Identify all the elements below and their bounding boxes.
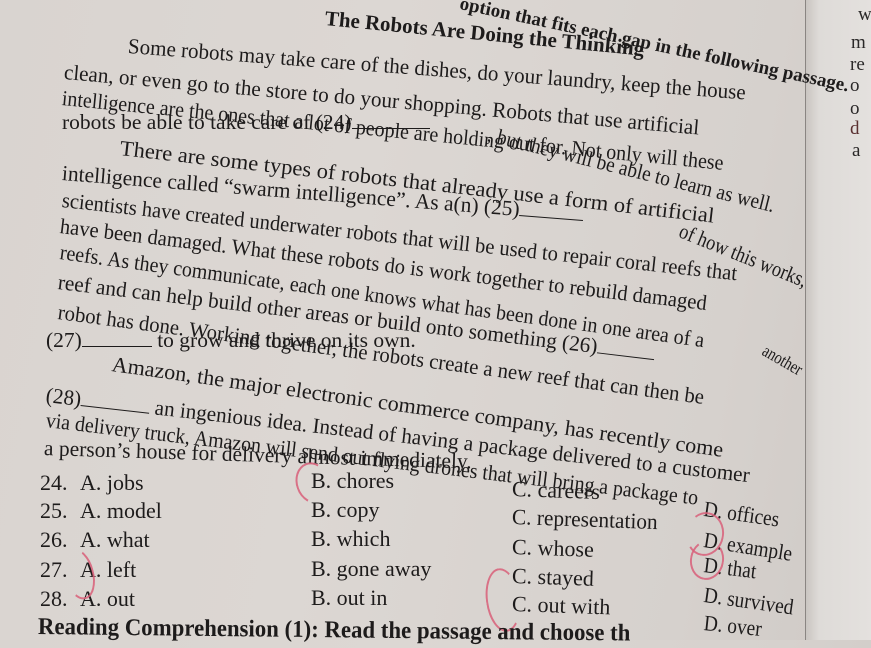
question-number: 26. (40, 527, 68, 552)
option-c[interactable]: C. representation (512, 504, 659, 535)
right-page-fragment: w (858, 4, 871, 25)
option-c[interactable]: C. out with (512, 591, 611, 620)
right-page-fragment: re (850, 54, 865, 75)
right-page-fragment: o (850, 75, 860, 96)
passage-text: robots be able to take care of (24) (62, 110, 352, 134)
option-c[interactable]: C. stayed (512, 563, 595, 592)
option-b[interactable]: B. gone away (311, 556, 431, 582)
right-page-fragment: d (850, 118, 860, 139)
passage-line: (27) to grow and thrive on its own. (46, 328, 416, 352)
gap-25 (519, 214, 584, 222)
option-a[interactable]: A. jobs (80, 470, 144, 496)
gap-24 (351, 127, 430, 129)
question-number: 24. (40, 470, 68, 495)
option-b[interactable]: B. out in (311, 585, 387, 611)
gap-26 (596, 351, 654, 361)
right-page-fragment: m (851, 32, 866, 53)
option-c[interactable]: C. whose (512, 534, 595, 563)
option-a[interactable]: A. model (80, 498, 162, 524)
section-heading: Reading Comprehension (1): Read the pass… (37, 614, 631, 647)
passage-text: to grow and thrive on its own. (157, 328, 416, 352)
option-b[interactable]: B. which (311, 526, 390, 552)
option-a[interactable]: A. what (80, 527, 150, 553)
question-number: 28. (40, 586, 68, 611)
passage-text: (28) (44, 383, 83, 411)
gap-27 (81, 345, 152, 347)
right-page: w m re o o d a (805, 0, 871, 640)
right-page-fragment: a (852, 140, 861, 161)
question-number: 25. (40, 498, 68, 523)
passage-line: robots be able to take care of (24) (62, 110, 430, 134)
passage-text: (27) (46, 328, 82, 352)
option-c[interactable]: C. careers (512, 476, 601, 505)
passage-line: another (759, 340, 807, 380)
option-d[interactable]: D. over (703, 610, 763, 642)
right-page-fragment: o (850, 98, 860, 119)
